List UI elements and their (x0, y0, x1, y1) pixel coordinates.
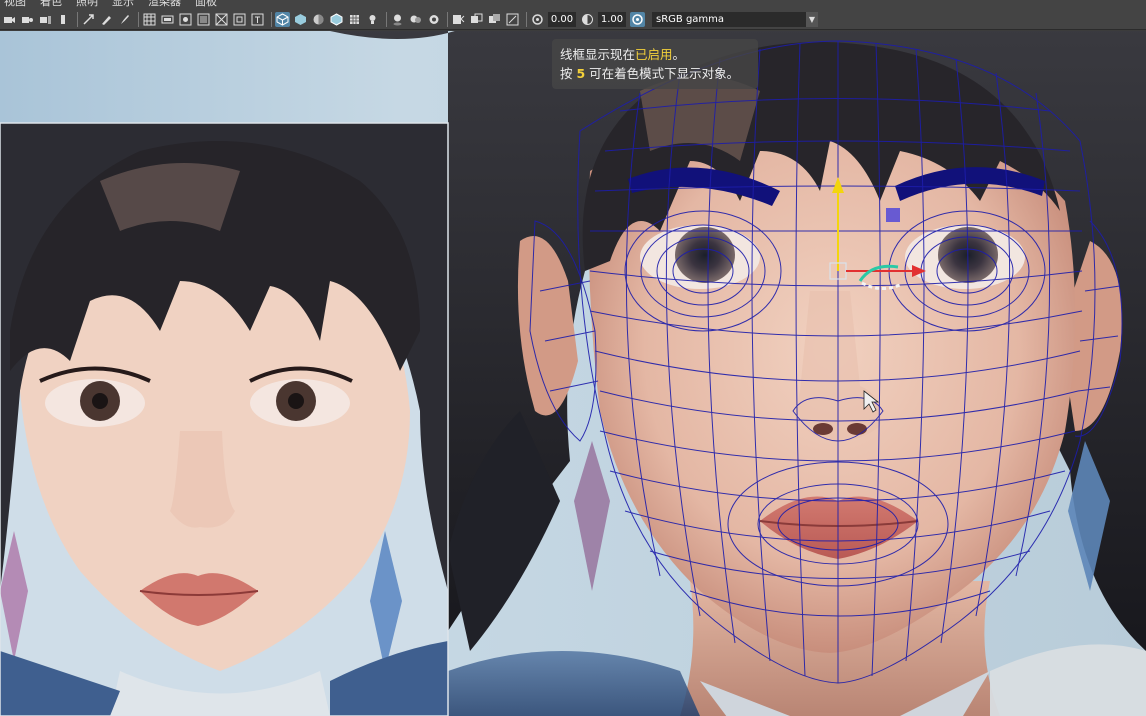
ambient-occlusion-icon[interactable] (408, 12, 423, 27)
nostril-left (813, 423, 833, 435)
separator (526, 11, 527, 27)
hud-line2-prefix: 按 (560, 66, 577, 81)
wireframe-icon[interactable] (275, 11, 290, 27)
eye-left-iris (675, 227, 735, 283)
reference-image-panel (0, 123, 448, 716)
image-plane-icon[interactable] (56, 12, 71, 27)
gate-mask-icon[interactable] (196, 12, 211, 27)
view-transform-dropdown[interactable]: sRGB gamma ▼ (652, 11, 818, 27)
separator (138, 11, 139, 27)
menu-view[interactable]: 视图 (4, 0, 26, 9)
xray-icon[interactable] (469, 12, 484, 27)
separator (447, 11, 448, 27)
gamma-icon[interactable] (580, 12, 595, 27)
chevron-down-icon: ▼ (806, 11, 818, 27)
motion-blur-icon[interactable] (426, 12, 441, 27)
lights-icon[interactable] (365, 12, 380, 27)
separator (386, 11, 387, 27)
hud-line-2: 按 5 可在着色模式下显示对象。 (560, 64, 750, 83)
hud-line-1: 线框显示现在已启用。 (560, 45, 750, 64)
menu-lighting[interactable]: 照明 (76, 0, 98, 9)
wireframe-on-shaded-icon[interactable] (329, 12, 344, 27)
menu-shading[interactable]: 着色 (40, 0, 62, 9)
isolate-select-icon[interactable] (451, 12, 466, 27)
camera-attributes-icon[interactable] (20, 12, 35, 27)
perspective-viewport[interactable]: 线框显示现在已启用。 按 5 可在着色模式下显示对象。 (0, 31, 1146, 716)
menu-show[interactable]: 显示 (112, 0, 134, 9)
viewport-scene (0, 31, 1146, 716)
safe-action-icon[interactable] (232, 12, 247, 27)
bookmark-camera-icon[interactable] (38, 12, 53, 27)
default-material-icon[interactable] (311, 12, 326, 27)
maya-window: 视图 着色 照明 显示 渲染器 面板 0.00 1.00 sRGB gamma … (0, 0, 1146, 716)
separator (77, 11, 78, 27)
smooth-shade-icon[interactable] (293, 12, 308, 27)
shadows-icon[interactable] (390, 12, 405, 27)
view-transform-value: sRGB gamma (656, 13, 725, 25)
textured-icon[interactable] (347, 12, 362, 27)
menu-panels[interactable]: 面板 (195, 0, 217, 9)
nostril-right (847, 423, 867, 435)
film-gate-icon[interactable] (160, 12, 175, 27)
hud-message: 线框显示现在已启用。 按 5 可在着色模式下显示对象。 (552, 39, 758, 89)
panel-toolbar: 0.00 1.00 sRGB gamma ▼ (0, 9, 1146, 30)
hud-line2-key: 5 (576, 66, 586, 81)
hud-line1-suffix: 。 (672, 47, 686, 62)
camera-icon[interactable] (2, 12, 17, 27)
resolution-gate-icon[interactable] (178, 12, 193, 27)
color-management-icon[interactable] (630, 11, 645, 27)
safe-title-icon[interactable] (250, 12, 265, 27)
xray-joints-icon[interactable] (487, 12, 502, 27)
menu-renderer[interactable]: 渲染器 (148, 0, 181, 9)
two-d-pan-zoom-icon[interactable] (81, 12, 96, 27)
hud-line1-prefix: 线框显示现在 (560, 47, 636, 62)
paint-brush-icon[interactable] (117, 12, 132, 27)
grid-icon[interactable] (142, 12, 157, 27)
hud-line1-highlight: 已启用 (635, 47, 673, 62)
backface-culling-icon[interactable] (505, 12, 520, 27)
separator (271, 11, 272, 27)
exposure-field[interactable]: 0.00 (548, 11, 576, 27)
grease-pencil-icon[interactable] (99, 12, 114, 27)
hud-line2-suffix: 可在着色模式下显示对象。 (585, 66, 740, 81)
exposure-icon[interactable] (530, 12, 545, 27)
gamma-field[interactable]: 1.00 (598, 11, 626, 27)
panel-menu-bar: 视图 着色 照明 显示 渲染器 面板 (0, 0, 1146, 9)
field-chart-icon[interactable] (214, 12, 229, 27)
